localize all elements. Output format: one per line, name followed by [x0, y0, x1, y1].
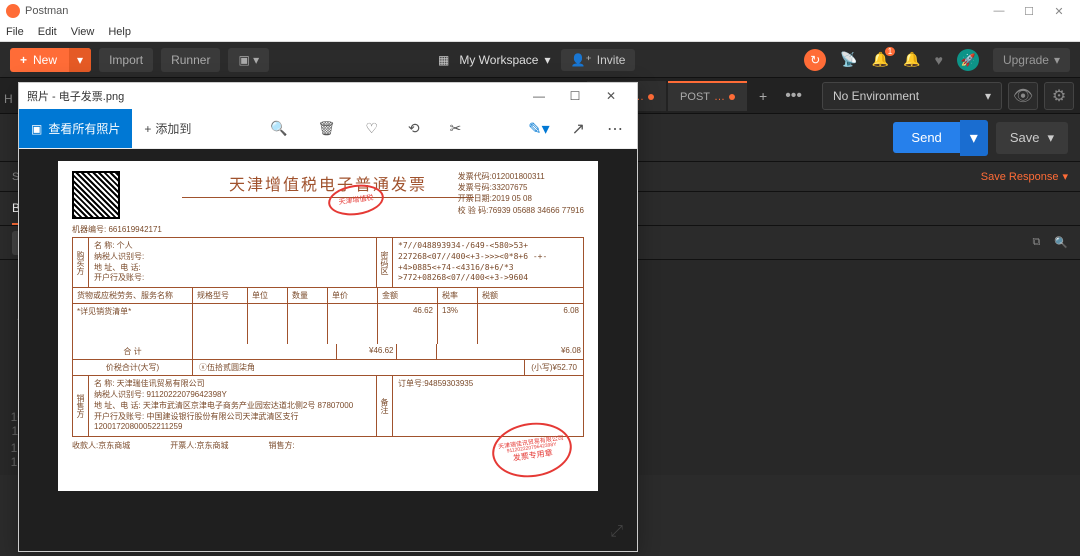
remark-section-label: 备注 — [377, 376, 393, 436]
items-header: 货物或应税劳务、服务名称 规格型号 单位 数量 单价 金额 税率 税额 — [73, 288, 583, 304]
photos-canvas[interactable]: 天津增值税电子普通发票 天津增值税 发票代码:012001800311 发票号码… — [19, 149, 637, 551]
notifications-button[interactable]: 🔔 1 — [872, 51, 889, 68]
photos-window-title: 照片 - 电子发票.png — [27, 88, 124, 104]
history-letter: H — [4, 92, 13, 106]
app-title: Postman — [25, 5, 68, 17]
main-toolbar: + New ▾ Import Runner ▣ ▾ ▦ My Workspace… — [0, 42, 1080, 78]
tab-ellipsis: … — [714, 91, 725, 103]
photos-maximize-button[interactable]: ☐ — [557, 89, 593, 103]
zoom-icon[interactable]: 🔍 — [270, 120, 287, 137]
photos-close-button[interactable]: ✕ — [593, 89, 629, 103]
add-to-button[interactable]: + 添加到 — [132, 120, 203, 137]
notification-badge: 1 — [885, 47, 895, 56]
unsaved-dot-icon — [648, 94, 654, 100]
save-response-button[interactable]: Save Response ▾ — [981, 170, 1068, 183]
save-label: Save — [1010, 130, 1040, 145]
environment-selector[interactable]: No Environment ▾ — [822, 82, 1002, 110]
new-dropdown-caret[interactable]: ▾ — [69, 48, 91, 72]
buyer-info: 名 称: 个人 纳税人识别号: 地 址、电 话: 开户行及账号: — [89, 238, 377, 287]
menu-file[interactable]: File — [6, 26, 24, 38]
unsaved-dot-icon — [729, 94, 735, 100]
seller-info: 名 称: 天津瑞佳讯贸易有限公司 纳税人识别号: 911202220796423… — [89, 376, 377, 436]
photos-title-bar[interactable]: 照片 - 电子发票.png — ☐ ✕ — [19, 83, 637, 109]
satellite-icon[interactable]: 📡 — [840, 51, 857, 68]
sync-icon[interactable]: ↻ — [804, 49, 826, 71]
chevron-down-icon: ▾ — [544, 53, 550, 67]
postman-logo-icon — [6, 4, 20, 18]
settings-gear-button[interactable]: ⚙ — [1044, 82, 1074, 110]
save-button[interactable]: Save ▾ — [996, 122, 1068, 154]
items-row: *详见销货清单* 46.62 13% 6.08 — [73, 304, 583, 344]
menu-bar: File Edit View Help — [0, 22, 1080, 42]
upgrade-label: Upgrade — [1003, 53, 1049, 67]
invite-button[interactable]: 👤⁺ Invite — [561, 49, 636, 71]
send-dropdown-button[interactable]: ▾ — [960, 120, 988, 156]
menu-help[interactable]: Help — [108, 26, 131, 38]
gallery-icon: ▣ — [31, 122, 42, 136]
request-tab-active[interactable]: POST … — [668, 81, 747, 111]
share-icon[interactable]: ↗ — [572, 119, 585, 139]
alert-icon[interactable]: 🔔 — [903, 51, 920, 68]
more-icon[interactable]: ⋯ — [607, 119, 623, 139]
copy-response-icon[interactable]: ⧉ — [1032, 236, 1040, 249]
delete-icon[interactable]: 🗑 — [318, 120, 336, 137]
upgrade-button[interactable]: Upgrade ▾ — [993, 48, 1070, 72]
expand-icon[interactable]: ⤢ — [610, 523, 623, 541]
buyer-section-label: 购买方 — [73, 238, 89, 287]
environment-name: No Environment — [833, 89, 919, 103]
runner-button[interactable]: Runner — [161, 48, 220, 72]
view-all-label: 查看所有照片 — [48, 120, 120, 137]
photos-minimize-button[interactable]: — — [521, 89, 557, 103]
workspace-selector[interactable]: My Workspace ▾ — [459, 53, 550, 67]
person-plus-icon: 👤⁺ — [571, 53, 592, 67]
workspace-name: My Workspace — [459, 53, 538, 67]
chevron-down-icon: ▾ — [1054, 53, 1060, 67]
photos-toolbar: ▣ 查看所有照片 + 添加到 🔍 🗑 ♡ ⟲ ✂ ✎▾ ↗ ⋯ — [19, 109, 637, 149]
environment-quicklook-button[interactable]: 👁 — [1008, 82, 1038, 110]
window-minimize-button[interactable]: — — [984, 5, 1014, 17]
new-label: New — [33, 53, 57, 67]
plus-icon: + — [20, 53, 27, 67]
chevron-down-icon: ▾ — [1047, 130, 1054, 146]
bootcamp-icon[interactable]: 🚀 — [957, 49, 979, 71]
menu-edit[interactable]: Edit — [38, 26, 57, 38]
edit-icon[interactable]: ✎▾ — [528, 119, 549, 139]
invoice-document: 天津增值税电子普通发票 天津增值税 发票代码:012001800311 发票号码… — [58, 161, 598, 491]
heart-icon[interactable]: ♥ — [935, 52, 943, 68]
chevron-down-icon: ▾ — [1062, 170, 1068, 183]
seller-section-label: 销售方 — [73, 376, 89, 436]
crypt-section-label: 密码区 — [377, 238, 393, 287]
invoice-metadata: 发票代码:012001800311 发票号码:33207675 开票日期:201… — [458, 171, 584, 216]
new-button[interactable]: + New ▾ — [10, 48, 91, 72]
chevron-down-icon: ▾ — [985, 89, 991, 103]
qr-code-icon — [72, 171, 120, 219]
tab-options-button[interactable]: ••• — [777, 87, 810, 105]
window-close-button[interactable]: ✕ — [1044, 5, 1074, 18]
save-response-label: Save Response — [981, 171, 1059, 183]
window-maximize-button[interactable]: ☐ — [1014, 5, 1044, 18]
menu-view[interactable]: View — [71, 26, 95, 38]
capture-button[interactable]: ▣ ▾ — [228, 48, 269, 72]
invite-label: Invite — [597, 53, 626, 67]
import-button[interactable]: Import — [99, 48, 153, 72]
view-all-photos-button[interactable]: ▣ 查看所有照片 — [19, 109, 132, 148]
tab-method: POST — [680, 91, 710, 103]
send-button[interactable]: Send — [893, 122, 959, 153]
add-tab-button[interactable]: + — [749, 88, 777, 104]
add-to-label: 添加到 — [155, 120, 191, 137]
items-sum-row: 合 计 ¥46.62 ¥6.08 — [73, 344, 583, 360]
search-response-icon[interactable]: 🔍 — [1054, 236, 1068, 249]
app-title-bar: Postman — ☐ ✕ — [0, 0, 1080, 22]
crop-icon[interactable]: ✂ — [450, 120, 462, 137]
rotate-icon[interactable]: ⟲ — [408, 120, 420, 137]
amount-in-words-row: 价税合计(大写) ⓧ伍拾贰圆柒角 (小写)¥52.70 — [73, 360, 583, 376]
workspace-grid-icon: ▦ — [438, 53, 449, 67]
favorite-icon[interactable]: ♡ — [365, 120, 378, 137]
crypt-text: *7//048893934-/649-<580>53+ 227268<07//4… — [393, 238, 583, 287]
photos-viewer-window: 照片 - 电子发票.png — ☐ ✕ ▣ 查看所有照片 + 添加到 🔍 🗑 ♡… — [18, 82, 638, 552]
plus-icon: + — [144, 122, 151, 136]
invoice-main-box: 购买方 名 称: 个人 纳税人识别号: 地 址、电 话: 开户行及账号: 密码区… — [72, 237, 584, 437]
